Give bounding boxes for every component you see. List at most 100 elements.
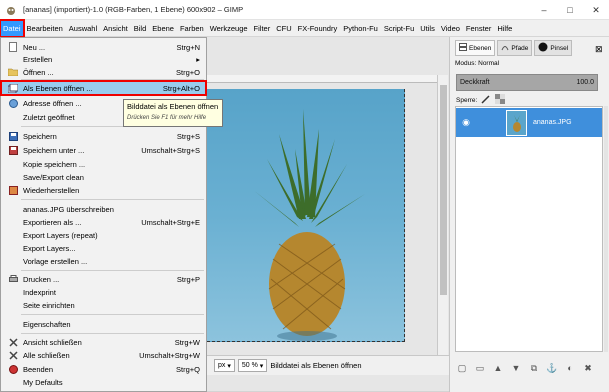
menu-item-beenden[interactable]: Beenden Strg+Q	[1, 363, 206, 375]
tab-ebenen[interactable]: Ebenen	[455, 40, 496, 56]
horizontal-ruler	[207, 75, 437, 83]
menu-item-label: Speichern unter ...	[23, 145, 85, 155]
brush-icon	[538, 42, 548, 54]
layer-row[interactable]: ◉ ananas.JPG	[456, 108, 602, 137]
menu-fenster[interactable]: Fenster	[463, 20, 494, 37]
menu-item-seite-einrichten[interactable]: Seite einrichten	[1, 299, 206, 311]
menu-item-export-layers-repeat[interactable]: Export Layers (repeat)	[1, 229, 206, 241]
menu-item-speichern[interactable]: Speichern Strg+S	[1, 130, 206, 142]
tab-label: Ebenen	[469, 44, 492, 52]
menu-item-shortcut: Strg+O	[176, 67, 200, 77]
close-view-icon	[7, 337, 19, 347]
menu-script-fu[interactable]: Script-Fu	[381, 20, 417, 37]
anchor-layer-icon[interactable]: ⚓	[546, 362, 558, 374]
menu-item-speichern-unter[interactable]: Speichern unter ... Umschalt+Strg+S	[1, 144, 206, 156]
menu-cfu[interactable]: CFU	[273, 20, 294, 37]
menu-item-exportieren-als[interactable]: Exportieren als ... Umschalt+Strg+E	[1, 216, 206, 228]
menu-video[interactable]: Video	[438, 20, 463, 37]
menu-item-drucken[interactable]: Drucken ... Strg+P	[1, 273, 206, 285]
pineapple-image	[252, 109, 365, 341]
delete-layer-icon[interactable]: ✖	[582, 362, 594, 374]
menu-item-oeffnen[interactable]: Öffnen ... Strg+O	[1, 66, 206, 78]
blank-icon	[7, 172, 19, 182]
panel-menu-icon[interactable]: ⊠	[595, 44, 603, 55]
menu-item-shortcut: Strg+P	[176, 274, 200, 284]
scrollbar-thumb[interactable]	[440, 85, 447, 295]
menu-item-ueberschreiben[interactable]: ananas.JPG überschreiben	[1, 203, 206, 215]
lock-alpha-icon[interactable]	[495, 94, 506, 106]
layer-name[interactable]: ananas.JPG	[533, 119, 572, 126]
tab-pinsel[interactable]: Pinsel	[534, 40, 573, 56]
menu-item-label: Alle schließen	[23, 350, 70, 360]
menu-item-my-defaults[interactable]: My Defaults	[1, 376, 206, 388]
menu-item-label: My Defaults	[23, 377, 63, 387]
menu-item-export-layers[interactable]: Export Layers...	[1, 242, 206, 254]
menu-fx-foundry[interactable]: FX-Foundry	[295, 20, 341, 37]
blank-icon	[7, 243, 19, 253]
menu-item-ansicht-schliessen[interactable]: Ansicht schließen Strg+W	[1, 336, 206, 348]
menu-item-save-export-clean[interactable]: Save/Export clean	[1, 171, 206, 183]
menu-item-vorlage-erstellen[interactable]: Vorlage erstellen ...	[1, 255, 206, 267]
tooltip-hint: Drücken Sie F1 für mehr Hilfe	[127, 115, 207, 121]
lock-pixels-icon[interactable]	[481, 94, 491, 106]
menu-bild[interactable]: Bild	[131, 20, 150, 37]
open-as-layers-icon	[7, 83, 19, 93]
save-icon	[7, 131, 19, 141]
unit-value: px	[218, 362, 226, 369]
menu-item-shortcut: Strg+Alt+O	[162, 83, 200, 93]
menu-item-alle-schliessen[interactable]: Alle schließen Umschalt+Strg+W	[1, 349, 206, 361]
opacity-slider[interactable]: Deckkraft 100.0	[456, 74, 598, 91]
menu-ebene[interactable]: Ebene	[149, 20, 177, 37]
open-folder-icon	[7, 67, 19, 77]
menu-item-label: ananas.JPG überschreiben	[23, 204, 114, 214]
gimp-app-icon	[4, 3, 18, 17]
menu-datei[interactable]: Datei	[0, 18, 25, 38]
blank-icon	[7, 112, 19, 122]
menu-item-kopie-speichern[interactable]: Kopie speichern ...	[1, 158, 206, 170]
menu-utils[interactable]: Utils	[417, 20, 438, 37]
image-canvas[interactable]	[207, 89, 405, 342]
duplicate-layer-icon[interactable]: ⧉	[528, 362, 540, 374]
menu-item-label: Wiederherstellen	[23, 185, 80, 195]
menu-farben[interactable]: Farben	[177, 20, 207, 37]
menu-werkzeuge[interactable]: Werkzeuge	[207, 20, 251, 37]
menu-python-fu[interactable]: Python-Fu	[340, 20, 381, 37]
menu-item-eigenschaften[interactable]: Eigenschaften	[1, 318, 206, 330]
blank-icon	[7, 159, 19, 169]
blank-icon	[7, 287, 19, 297]
tab-pfade[interactable]: Pfade	[497, 40, 533, 56]
menu-separator	[21, 79, 204, 80]
new-layer-icon[interactable]: ▢	[456, 362, 468, 374]
panel-scrollbar[interactable]	[604, 106, 608, 352]
menu-item-neu[interactable]: Neu ... Strg+N	[1, 41, 206, 53]
lower-layer-icon[interactable]: ▼	[510, 362, 522, 374]
mask-icon[interactable]: ◐	[564, 362, 576, 374]
vertical-scrollbar[interactable]	[437, 75, 448, 355]
menu-item-wiederherstellen[interactable]: Wiederherstellen	[1, 184, 206, 196]
menu-ansicht[interactable]: Ansicht	[100, 20, 131, 37]
menu-item-erstellen[interactable]: Erstellen ▸	[1, 53, 206, 65]
new-file-icon	[7, 42, 19, 52]
mode-row: Modus: Normal	[455, 60, 499, 67]
close-button[interactable]: ✕	[583, 0, 609, 20]
menu-auswahl[interactable]: Auswahl	[66, 20, 100, 37]
menu-item-indexprint[interactable]: Indexprint	[1, 286, 206, 298]
menu-filter[interactable]: Filter	[251, 20, 274, 37]
zoom-select[interactable]: 50 % ▾	[237, 359, 268, 372]
menu-item-als-ebenen-oeffnen[interactable]: Als Ebenen öffnen ... Strg+Alt+O	[0, 80, 207, 96]
unit-select[interactable]: px ▾	[214, 359, 235, 372]
maximize-button[interactable]: □	[557, 0, 583, 20]
minimize-button[interactable]: –	[531, 0, 557, 20]
menu-bearbeiten[interactable]: Bearbeiten	[24, 20, 66, 37]
menu-item-label: Seite einrichten	[23, 300, 75, 310]
menu-item-label: Kopie speichern ...	[23, 159, 86, 169]
eye-icon[interactable]: ◉	[458, 113, 474, 133]
menu-hilfe[interactable]: Hilfe	[494, 20, 515, 37]
window-title: [ananas] (importiert)-1.0 (RGB-Farben, 1…	[23, 5, 244, 14]
menu-item-label: Save/Export clean	[23, 172, 84, 182]
new-group-icon[interactable]: ▭	[474, 362, 486, 374]
raise-layer-icon[interactable]: ▲	[492, 362, 504, 374]
zoom-value: 50 %	[241, 362, 258, 369]
menu-item-shortcut: Umschalt+Strg+W	[139, 350, 200, 360]
menu-item-shortcut: Strg+N	[176, 42, 200, 52]
